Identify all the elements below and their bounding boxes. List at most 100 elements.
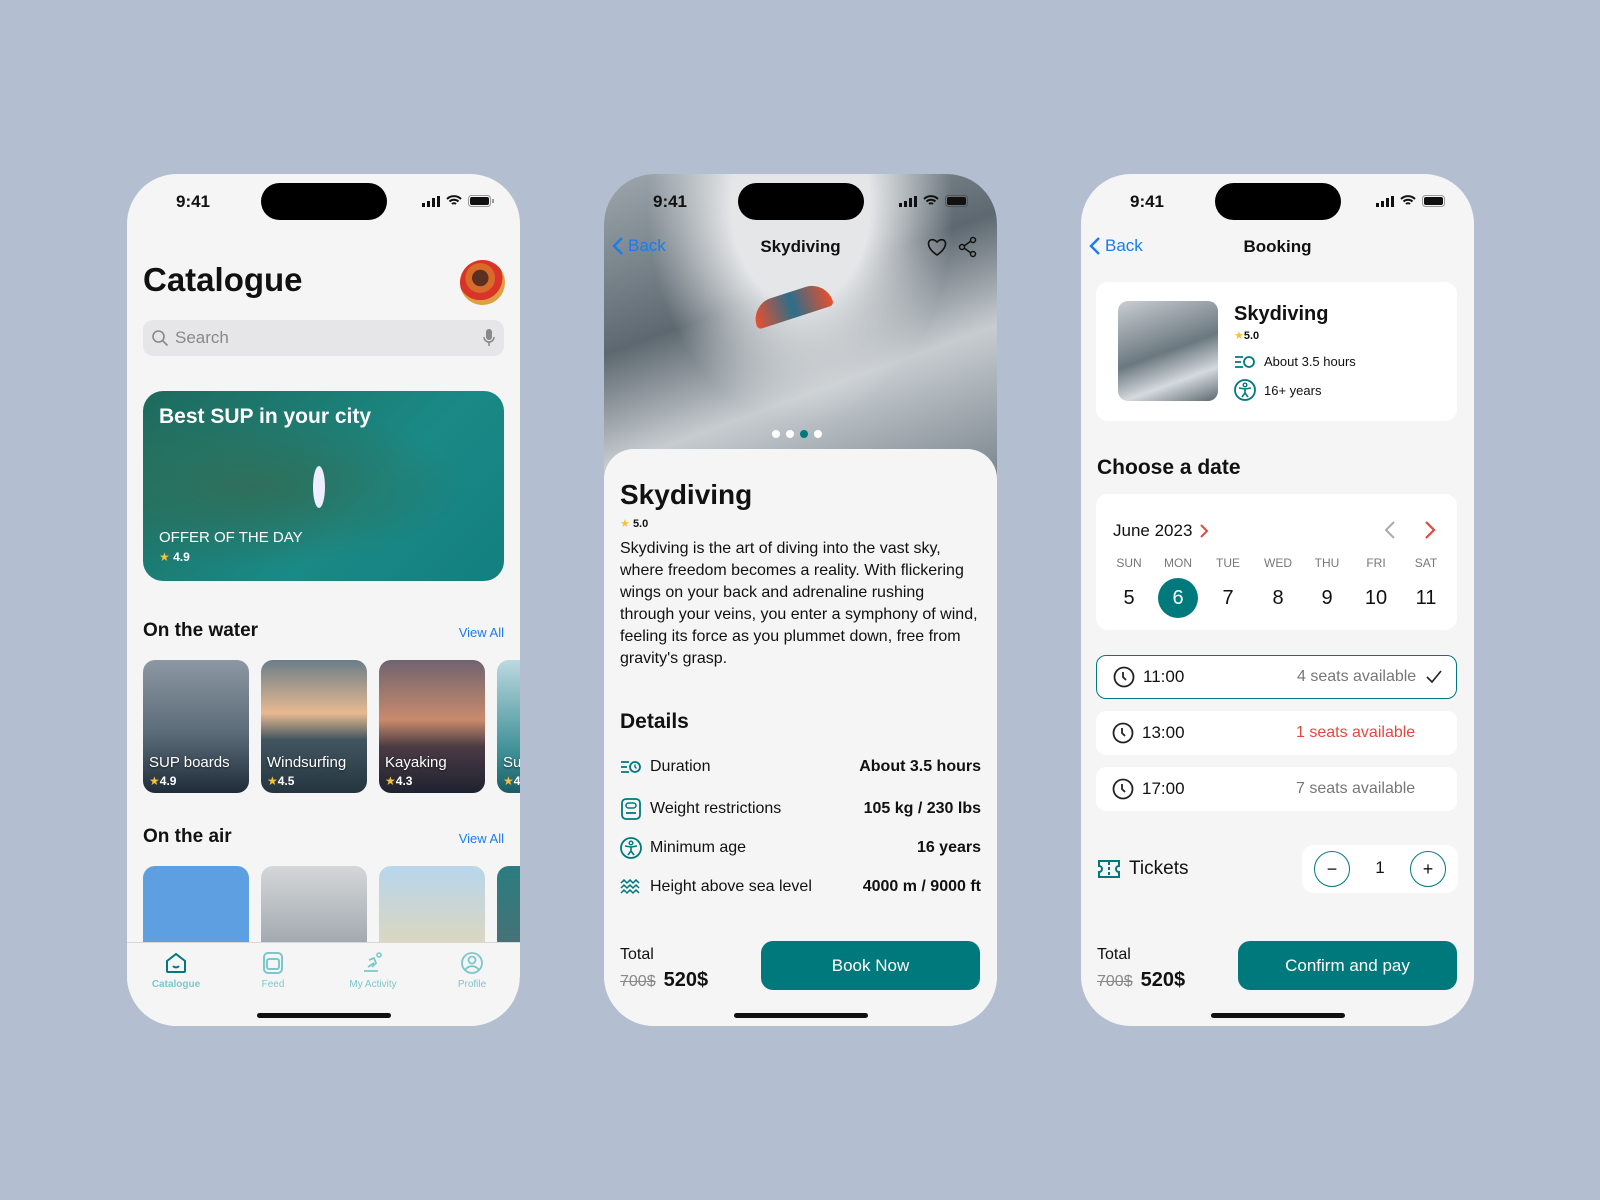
confirm-and-pay-button[interactable]: Confirm and pay	[1238, 941, 1457, 990]
booking-screen: 9:41 Back Booking Skydiving ★5.0 About 3…	[1081, 174, 1474, 1026]
tab-profile[interactable]: Profile	[427, 951, 517, 990]
detail-label: Minimum age	[650, 839, 747, 856]
carousel-dot[interactable]	[814, 430, 822, 438]
detail-row-weight: Weight restrictions 105 kg / 230 lbs	[620, 798, 981, 820]
card-rating: 4.5	[277, 774, 295, 788]
weekday-label: TUE	[1216, 556, 1240, 570]
activity-thumbnail	[1118, 301, 1218, 401]
home-indicator	[257, 1013, 391, 1018]
details-title: Details	[620, 710, 689, 733]
calendar: June 2023 SUN 5 MON 6 TUE 7 WED 8 THU 9 FRI 10 SAT 11	[1096, 494, 1457, 630]
time-slot[interactable]: 17:00 7 seats available	[1096, 767, 1457, 811]
banner-subtitle: OFFER OF THE DAY	[159, 529, 303, 546]
detail-value: 16 years	[916, 839, 981, 856]
profile-icon	[461, 952, 483, 974]
activity-summary-card: Skydiving ★5.0 About 3.5 hours 16+ years	[1096, 282, 1457, 421]
activity-card[interactable]: Windsurfing ★4.5	[261, 660, 367, 793]
book-now-button[interactable]: Book Now	[761, 941, 980, 990]
current-price: 520$	[663, 969, 709, 991]
detail-value: About 3.5 hours	[859, 758, 981, 775]
duration-icon	[1235, 355, 1255, 368]
status-icons	[422, 195, 494, 207]
old-price: 700$	[1097, 973, 1133, 990]
person-icon	[1234, 379, 1256, 401]
month-label: June 2023	[1113, 521, 1193, 540]
activity-rating: 5.0	[632, 518, 649, 530]
weekday-label: MON	[1164, 556, 1192, 570]
tab-my-activity[interactable]: My Activity	[328, 951, 418, 990]
clock-icon	[1112, 722, 1134, 744]
ticket-count: 1	[1375, 858, 1385, 877]
day-button[interactable]: 11	[1406, 578, 1446, 618]
slot-time: 17:00	[1142, 779, 1185, 798]
next-week-icon[interactable]	[1424, 520, 1436, 540]
page-title: Catalogue	[143, 261, 303, 298]
check-icon	[1426, 670, 1442, 684]
day-button[interactable]: 5	[1109, 578, 1149, 618]
waves-icon	[620, 879, 640, 895]
month-selector[interactable]: June 2023	[1113, 521, 1209, 541]
day-button[interactable]: 9	[1307, 578, 1347, 618]
card-rating: 4.9	[159, 774, 177, 788]
time-slot[interactable]: 11:00 4 seats available	[1096, 655, 1457, 699]
decrement-button[interactable]: −	[1314, 851, 1350, 887]
wifi-icon	[923, 195, 939, 205]
share-icon[interactable]	[958, 236, 978, 258]
total-label: Total	[1097, 946, 1131, 963]
tab-feed[interactable]: Feed	[228, 951, 318, 990]
prev-week-icon[interactable]	[1384, 520, 1396, 540]
banner-rating: 4.9	[173, 550, 190, 564]
time-slot[interactable]: 13:00 1 seats available	[1096, 711, 1457, 755]
ticket-icon	[1098, 860, 1120, 878]
tab-label: Feed	[261, 979, 285, 990]
carousel-dots[interactable]	[772, 430, 822, 438]
search-placeholder: Search	[175, 328, 229, 347]
activity-card[interactable]: Kayaking ★4.3	[379, 660, 485, 793]
day-button[interactable]: 8	[1258, 578, 1298, 618]
view-all-air-link[interactable]: View All	[459, 831, 504, 846]
scale-icon	[621, 798, 641, 820]
star-icon: ★	[620, 518, 630, 530]
catalogue-screen: 9:41 Catalogue Search Best SUP in your c…	[127, 174, 520, 1026]
activity-card[interactable]: Su ★4	[497, 660, 520, 793]
offer-banner[interactable]: Best SUP in your city OFFER OF THE DAY ★…	[143, 391, 504, 581]
carousel-dot[interactable]	[786, 430, 794, 438]
current-price: 520$	[1140, 969, 1186, 991]
parachute-image	[749, 280, 835, 330]
microphone-icon[interactable]	[482, 328, 496, 348]
ticket-stepper: − 1 +	[1302, 845, 1458, 893]
tickets-label: Tickets	[1129, 858, 1189, 879]
carousel-dot[interactable]	[800, 430, 808, 438]
activity-description: Skydiving is the art of diving into the …	[620, 540, 978, 667]
card-label: Su	[503, 754, 520, 771]
card-rating: 4.3	[395, 774, 413, 788]
battery-icon	[945, 195, 968, 207]
activity-card[interactable]: SUP boards ★4.9	[143, 660, 249, 793]
day-button[interactable]: 6	[1158, 578, 1198, 618]
carousel-dot[interactable]	[772, 430, 780, 438]
card-label: SUP boards	[149, 754, 230, 771]
increment-button[interactable]: +	[1410, 851, 1446, 887]
choose-date-title: Choose a date	[1097, 456, 1241, 479]
status-time: 9:41	[652, 192, 688, 211]
tickets-label-row: Tickets	[1097, 858, 1188, 880]
detail-label: Weight restrictions	[650, 800, 782, 817]
price: 700$ 520$	[1097, 969, 1185, 992]
search-input[interactable]: Search	[143, 320, 504, 356]
section-title-water: On the water	[143, 620, 259, 641]
banner-title: Best SUP in your city	[159, 405, 372, 428]
avatar[interactable]	[460, 260, 505, 305]
day-button[interactable]: 7	[1208, 578, 1248, 618]
duration-icon	[621, 761, 641, 773]
view-all-water-link[interactable]: View All	[459, 625, 504, 640]
old-price: 700$	[620, 973, 656, 990]
detail-row-duration: Duration About 3.5 hours	[620, 758, 981, 776]
activity-title: Skydiving	[620, 479, 753, 510]
heart-icon[interactable]	[926, 237, 948, 257]
detail-value: 105 kg / 230 lbs	[863, 800, 981, 817]
day-button[interactable]: 10	[1356, 578, 1396, 618]
clock-icon	[1112, 778, 1134, 800]
tab-catalogue[interactable]: Catalogue	[131, 951, 221, 990]
home-indicator	[1211, 1013, 1345, 1018]
sup-board-image	[313, 466, 325, 508]
